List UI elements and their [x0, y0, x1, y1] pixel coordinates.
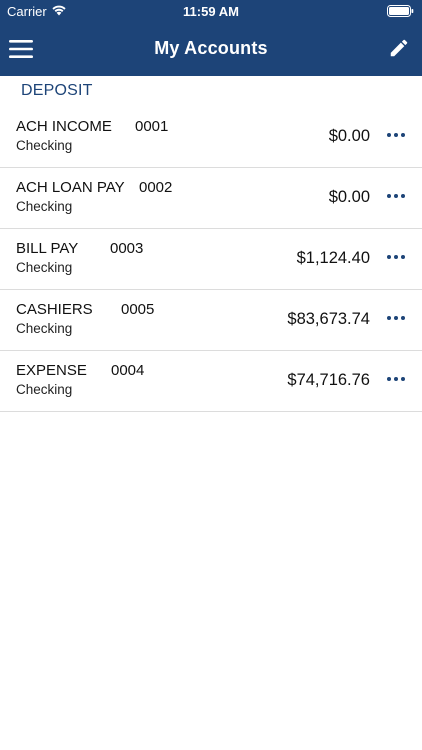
app-header: Carrier 11:59 AM My Accounts: [0, 0, 422, 76]
account-balance: $83,673.74: [287, 310, 370, 328]
account-number: 0005: [121, 301, 155, 318]
account-list: ACH INCOME 0001 Checking $0.00 ACH LOAN …: [0, 107, 422, 412]
section-header-deposit: DEPOSIT: [21, 82, 93, 99]
status-bar: Carrier 11:59 AM: [0, 0, 422, 22]
account-balance: $0.00: [328, 188, 370, 206]
account-row[interactable]: ACH LOAN PAY 0002 Checking $0.00: [0, 168, 422, 229]
account-row[interactable]: ACH INCOME 0001 Checking $0.00: [0, 107, 422, 168]
account-name: CASHIERS: [16, 301, 93, 318]
account-name: EXPENSE: [16, 362, 87, 379]
account-type: Checking: [16, 138, 73, 153]
account-row[interactable]: CASHIERS 0005 Checking $83,673.74: [0, 290, 422, 351]
account-row[interactable]: BILL PAY 0003 Checking $1,124.40: [0, 229, 422, 290]
account-name: ACH LOAN PAY: [16, 179, 125, 196]
more-options-icon[interactable]: [387, 254, 405, 260]
page-title: My Accounts: [154, 38, 268, 58]
more-options-icon[interactable]: [387, 315, 405, 321]
account-row[interactable]: EXPENSE 0004 Checking $74,716.76: [0, 351, 422, 412]
account-type: Checking: [16, 260, 73, 275]
account-number: 0004: [111, 362, 145, 379]
account-number: 0001: [135, 118, 169, 135]
pencil-icon[interactable]: [388, 37, 410, 59]
clock: 11:59 AM: [183, 4, 239, 19]
account-number: 0002: [139, 179, 173, 196]
account-number: 0003: [110, 240, 144, 257]
more-options-icon[interactable]: [387, 193, 405, 199]
account-balance: $1,124.40: [296, 249, 370, 267]
account-name: ACH INCOME: [16, 118, 112, 135]
account-type: Checking: [16, 199, 73, 214]
account-type: Checking: [16, 382, 73, 397]
account-type: Checking: [16, 321, 73, 336]
battery-icon: [387, 5, 414, 17]
navigation-bar: My Accounts: [0, 22, 422, 76]
account-name: BILL PAY: [16, 240, 79, 257]
account-balance: $74,716.76: [287, 371, 370, 389]
more-options-icon[interactable]: [387, 376, 405, 382]
more-options-icon[interactable]: [387, 132, 405, 138]
account-balance: $0.00: [328, 127, 370, 145]
